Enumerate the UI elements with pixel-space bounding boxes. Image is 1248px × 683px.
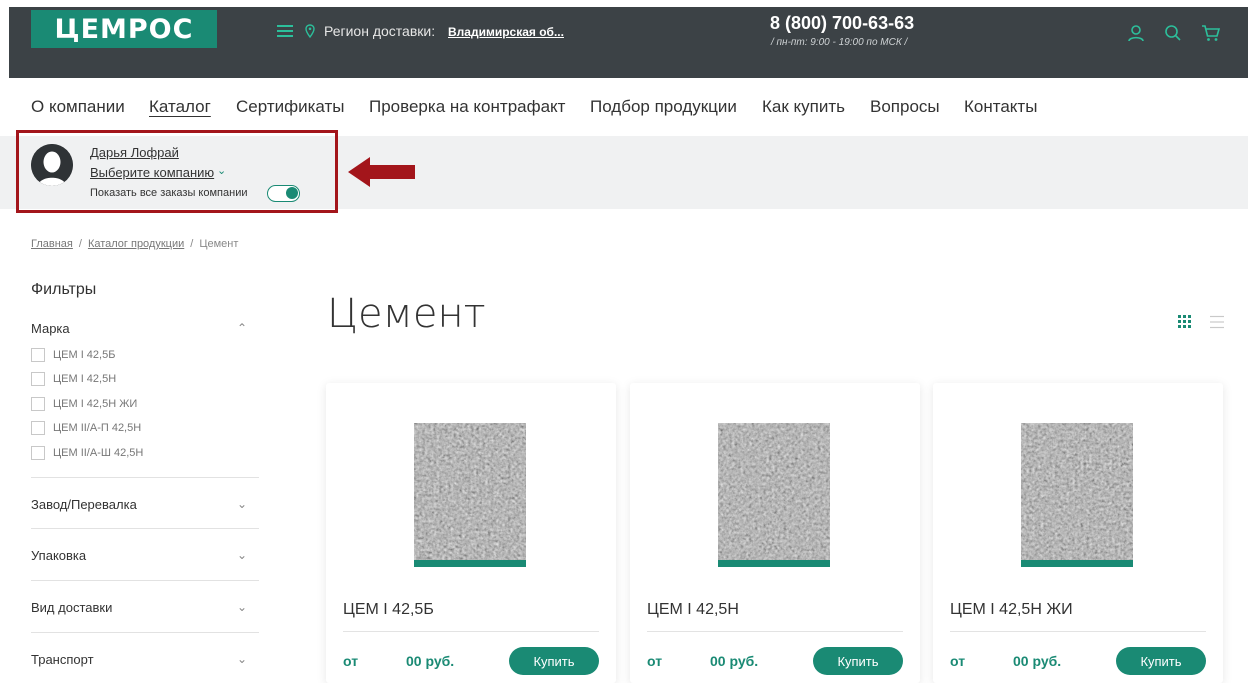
company-select[interactable]: Выберите компанию bbox=[90, 165, 214, 180]
buy-button[interactable]: Купить bbox=[813, 647, 903, 675]
filter-option-label: ЦЕМ II/А-Ш 42,5Н bbox=[53, 447, 144, 459]
breadcrumb-catalog[interactable]: Каталог продукции bbox=[88, 238, 184, 250]
show-all-orders-label: Показать все заказы компании bbox=[90, 187, 248, 199]
top-header: ЦЕМРОС Регион доставки: Владимирская об.… bbox=[9, 7, 1248, 78]
list-view-icon[interactable] bbox=[1210, 315, 1224, 329]
nav-item-about[interactable]: О компании bbox=[31, 97, 125, 117]
nav-item-product-selection[interactable]: Подбор продукции bbox=[590, 97, 737, 117]
buy-button[interactable]: Купить bbox=[509, 647, 599, 675]
chevron-up-icon[interactable]: ⌃ bbox=[237, 321, 247, 335]
divider bbox=[343, 631, 599, 632]
filter-group-plant[interactable]: Завод/Перевалка ⌄ bbox=[31, 497, 259, 512]
filter-group-packaging[interactable]: Упаковка ⌄ bbox=[31, 548, 259, 563]
grid-view-icon[interactable] bbox=[1178, 315, 1192, 329]
nav-item-counterfeit-check[interactable]: Проверка на контрафакт bbox=[369, 97, 565, 117]
divider bbox=[31, 528, 259, 529]
breadcrumb-current: Цемент bbox=[199, 238, 239, 250]
product-card[interactable]: ЦЕМ I 42,5Б от 00 руб. Купить bbox=[326, 383, 616, 683]
filters-title: Фильтры bbox=[31, 281, 97, 298]
show-all-orders-toggle[interactable] bbox=[267, 185, 300, 202]
chevron-down-icon[interactable]: ⌄ bbox=[237, 548, 247, 562]
filter-option-label: ЦЕМ I 42,5Н ЖИ bbox=[53, 398, 138, 410]
filter-group-label: Завод/Перевалка bbox=[31, 497, 137, 512]
filter-group-label: Вид доставки bbox=[31, 600, 113, 615]
product-card[interactable]: ЦЕМ I 42,5Н ЖИ от 00 руб. Купить bbox=[933, 383, 1223, 683]
breadcrumb: Главная / Каталог продукции / Цемент bbox=[31, 238, 239, 250]
filter-group-delivery-type[interactable]: Вид доставки ⌄ bbox=[31, 600, 259, 615]
nav-item-certificates[interactable]: Сертификаты bbox=[236, 97, 344, 117]
filter-checkbox[interactable] bbox=[31, 446, 45, 460]
filter-option-label: ЦЕМ II/А-П 42,5Н bbox=[53, 422, 142, 434]
avatar[interactable] bbox=[31, 144, 73, 186]
filter-group-transport[interactable]: Транспорт ⌄ bbox=[31, 652, 259, 667]
divider bbox=[647, 631, 903, 632]
filter-group-label: Упаковка bbox=[31, 548, 87, 563]
region-select-link[interactable]: Владимирская об... bbox=[448, 25, 564, 39]
user-name-link[interactable]: Дарья Лофрай bbox=[90, 145, 179, 160]
product-card[interactable]: ЦЕМ I 42,5Н от 00 руб. Купить bbox=[630, 383, 920, 683]
product-name[interactable]: ЦЕМ I 42,5Н ЖИ bbox=[950, 601, 1073, 619]
filter-checkbox[interactable] bbox=[31, 348, 45, 362]
divider bbox=[31, 632, 259, 633]
phone-number[interactable]: 8 (800) 700-63-63 bbox=[770, 13, 914, 34]
working-hours: / пн-пт: 9:00 - 19:00 по МСК / bbox=[771, 37, 908, 48]
product-name[interactable]: ЦЕМ I 42,5Н bbox=[647, 601, 739, 619]
filter-option-label: ЦЕМ I 42,5Н bbox=[53, 373, 117, 385]
menu-icon[interactable] bbox=[277, 25, 293, 37]
breadcrumb-home[interactable]: Главная bbox=[31, 238, 73, 250]
chevron-down-icon[interactable]: ⌄ bbox=[237, 497, 247, 511]
filter-group-label: Транспорт bbox=[31, 652, 94, 667]
product-image[interactable] bbox=[414, 423, 526, 567]
price-prefix: от bbox=[647, 653, 663, 669]
filter-checkbox[interactable] bbox=[31, 397, 45, 411]
chevron-down-icon[interactable]: ⌄ bbox=[217, 164, 226, 177]
nav-item-faq[interactable]: Вопросы bbox=[870, 97, 940, 117]
filter-checkbox[interactable] bbox=[31, 372, 45, 386]
filter-option-label: ЦЕМ I 42,5Б bbox=[53, 349, 116, 361]
cart-icon[interactable] bbox=[1201, 23, 1221, 43]
product-price: 00 руб. bbox=[406, 653, 455, 669]
user-silhouette-icon bbox=[31, 144, 73, 186]
logo[interactable]: ЦЕМРОС bbox=[31, 10, 217, 48]
search-icon[interactable] bbox=[1163, 23, 1183, 43]
chevron-down-icon[interactable]: ⌄ bbox=[237, 652, 247, 666]
divider bbox=[950, 631, 1206, 632]
divider bbox=[31, 477, 259, 478]
product-image[interactable] bbox=[718, 423, 830, 567]
nav-item-how-to-buy[interactable]: Как купить bbox=[762, 97, 845, 117]
nav-item-catalog[interactable]: Каталог bbox=[149, 97, 211, 117]
filter-group-label: Марка bbox=[31, 321, 70, 336]
nav-item-contacts[interactable]: Контакты bbox=[964, 97, 1037, 117]
price-prefix: от bbox=[950, 653, 966, 669]
location-pin-icon bbox=[305, 24, 315, 38]
buy-button[interactable]: Купить bbox=[1116, 647, 1206, 675]
product-price: 00 руб. bbox=[1013, 653, 1062, 669]
region-label: Регион доставки: bbox=[324, 23, 436, 39]
divider bbox=[31, 580, 259, 581]
price-prefix: от bbox=[343, 653, 359, 669]
user-icon[interactable] bbox=[1126, 23, 1146, 43]
page-title: Цемент bbox=[327, 291, 486, 337]
product-image[interactable] bbox=[1021, 423, 1133, 567]
red-arrow-icon bbox=[348, 157, 415, 187]
product-name[interactable]: ЦЕМ I 42,5Б bbox=[343, 601, 434, 619]
filter-group-brand[interactable]: Марка ⌃ bbox=[31, 321, 259, 336]
filter-checkbox[interactable] bbox=[31, 421, 45, 435]
product-price: 00 руб. bbox=[710, 653, 759, 669]
chevron-down-icon[interactable]: ⌄ bbox=[237, 600, 247, 614]
